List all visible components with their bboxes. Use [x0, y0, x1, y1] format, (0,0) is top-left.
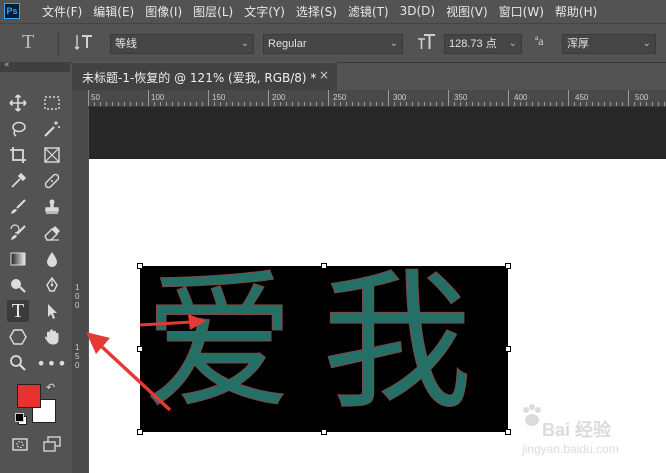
watermark-brand: Bai 经验: [542, 420, 612, 440]
baidu-watermark: Bai 经验 jingyan.baidu.com: [520, 402, 660, 462]
annotation-arrow: [98, 343, 172, 412]
paw-logo-icon: [523, 404, 541, 426]
watermark-url: jingyan.baidu.com: [522, 442, 619, 456]
arrow-head-icon: [188, 314, 206, 330]
annotation-arrow: [139, 320, 193, 327]
